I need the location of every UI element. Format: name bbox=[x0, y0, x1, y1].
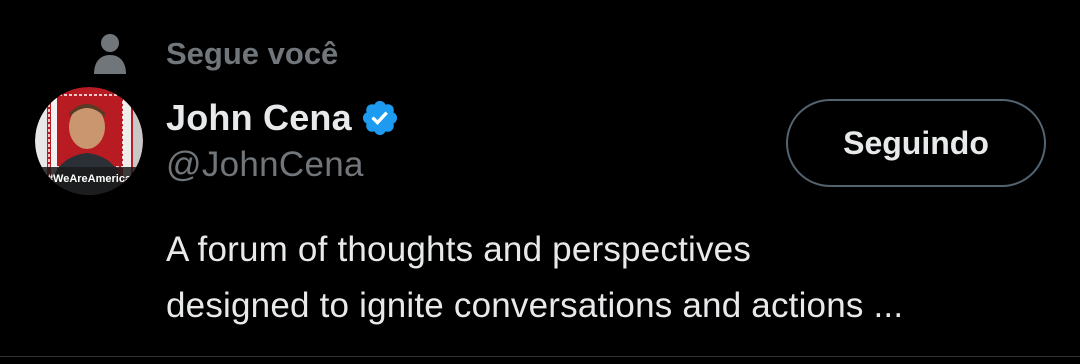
person-icon bbox=[90, 32, 130, 76]
user-bio: A forum of thoughts and perspectives des… bbox=[166, 222, 1056, 334]
display-name[interactable]: John Cena bbox=[166, 97, 352, 139]
bio-line: designed to ignite conversations and act… bbox=[166, 286, 904, 325]
follows-you-context: Segue você bbox=[90, 30, 338, 78]
avatar[interactable]: #WeAreAmerica bbox=[35, 87, 143, 195]
name-row: John Cena bbox=[166, 94, 400, 142]
divider bbox=[0, 356, 1080, 357]
follows-you-label: Segue você bbox=[166, 36, 339, 71]
user-handle[interactable]: @JohnCena bbox=[166, 145, 364, 185]
bio-line: A forum of thoughts and perspectives bbox=[166, 230, 752, 269]
following-button[interactable]: Seguindo bbox=[786, 99, 1046, 187]
avatar-caption: #WeAreAmerica bbox=[47, 173, 132, 185]
verified-badge-icon bbox=[360, 98, 400, 138]
